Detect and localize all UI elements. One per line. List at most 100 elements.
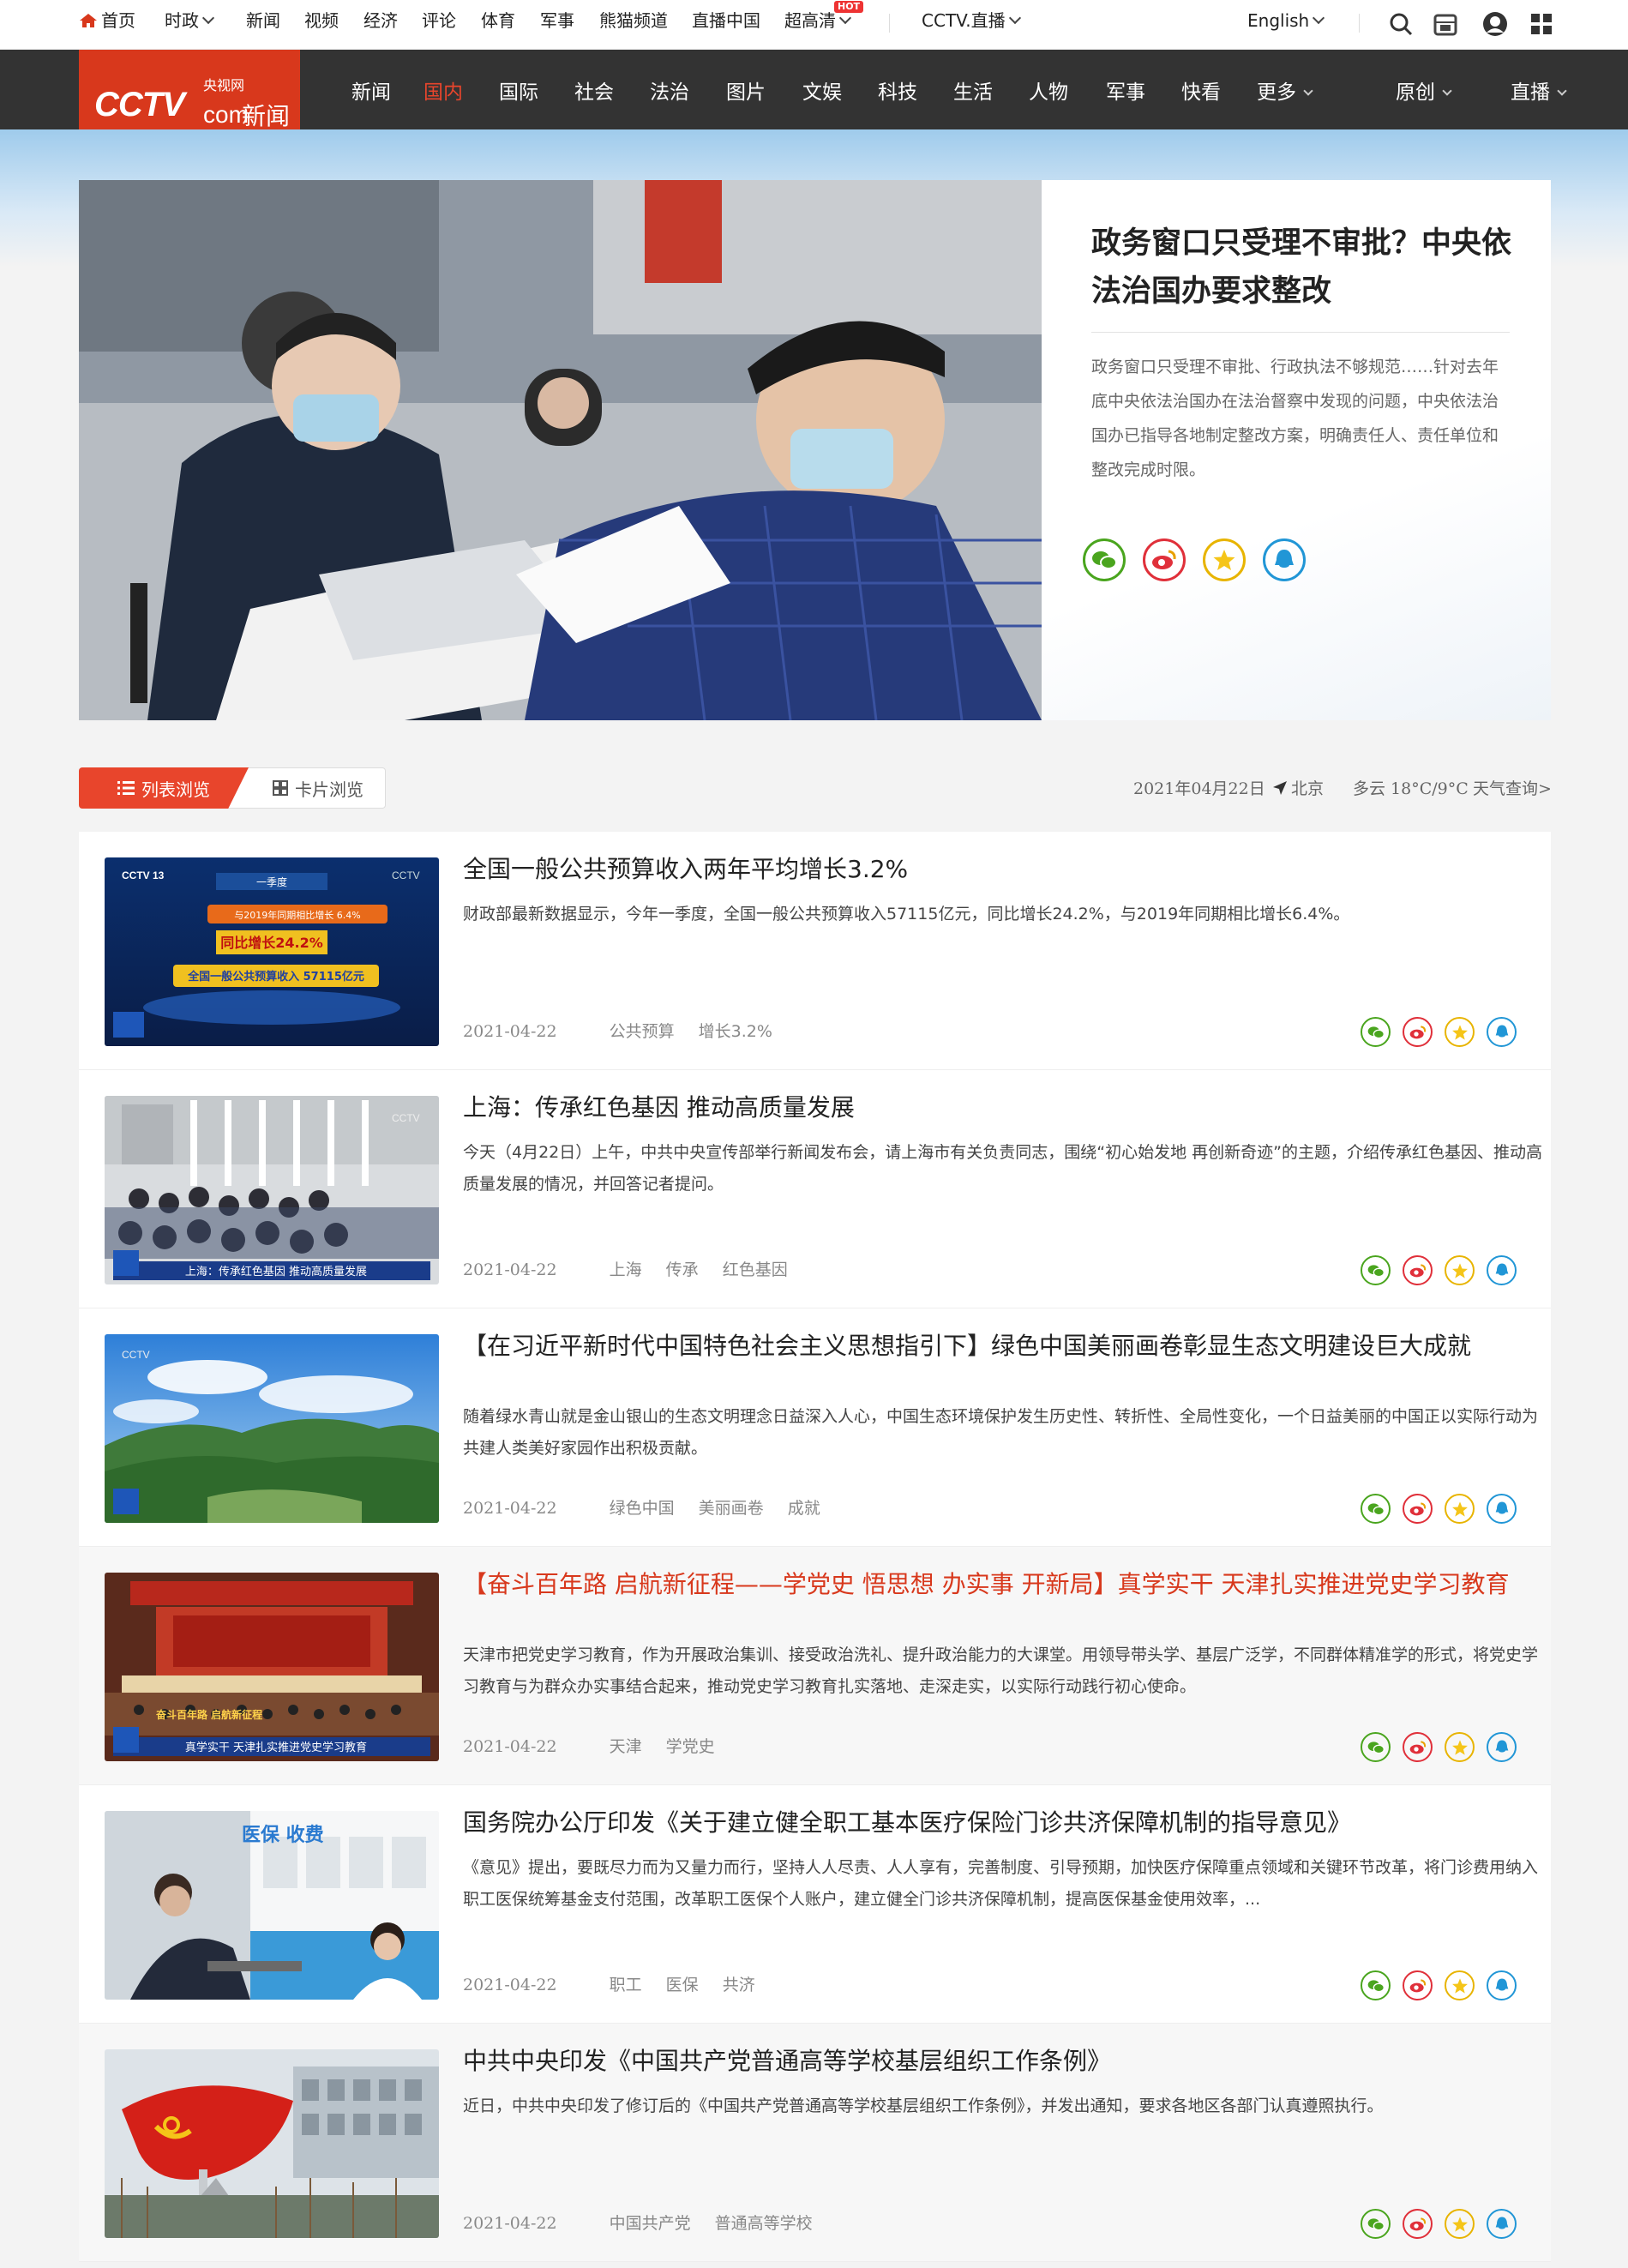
qq-icon[interactable] bbox=[1487, 1970, 1517, 2000]
topbar-military-link[interactable]: 军事 bbox=[540, 9, 574, 33]
hero-image[interactable] bbox=[79, 180, 1042, 720]
wechat-icon[interactable] bbox=[1361, 1494, 1391, 1524]
article-tag[interactable]: 中国共产党 bbox=[610, 2214, 691, 2233]
article-thumbnail[interactable]: CCTV bbox=[105, 1334, 439, 1523]
nav-item-photos[interactable]: 图片 bbox=[726, 75, 766, 105]
article-share-bar bbox=[1361, 1255, 1517, 1285]
qq-icon[interactable] bbox=[1263, 538, 1306, 581]
qq-icon[interactable] bbox=[1487, 1494, 1517, 1524]
article-tag[interactable]: 医保 bbox=[666, 1976, 699, 1994]
divider bbox=[1359, 14, 1360, 33]
topbar-home-link[interactable]: 首页 bbox=[79, 9, 135, 33]
nav-item-society[interactable]: 社会 bbox=[574, 75, 614, 105]
article-title[interactable]: 全国一般公共预算收入两年平均增长3.2% bbox=[463, 852, 1543, 887]
article-tag[interactable]: 共济 bbox=[723, 1976, 755, 1994]
qq-icon[interactable] bbox=[1487, 1017, 1517, 1047]
article-thumbnail[interactable] bbox=[105, 2049, 439, 2238]
article-thumbnail[interactable]: 一季度 与2019年同期相比增长 6.4% 同比增长24.2% 全国一般公共预算… bbox=[105, 857, 439, 1046]
favorite-icon[interactable] bbox=[1445, 1255, 1475, 1285]
favorite-icon[interactable] bbox=[1445, 1494, 1475, 1524]
article-title[interactable]: 国务院办公厅印发《关于建立健全职工基本医疗保险门诊共济保障机制的指导意见》 bbox=[463, 1806, 1543, 1840]
article-date: 2021-04-22 bbox=[463, 2214, 557, 2233]
qq-icon[interactable] bbox=[1487, 1255, 1517, 1285]
hero-title[interactable]: 政务窗口只受理不审批？中央依法治国办要求整改 bbox=[1091, 220, 1511, 316]
topbar-cctv-live-link[interactable]: CCTV.直播 bbox=[922, 9, 1021, 33]
search-icon[interactable] bbox=[1387, 10, 1415, 38]
favorite-icon[interactable] bbox=[1445, 2209, 1475, 2239]
topbar-uhd-link[interactable]: 超高清 HOT bbox=[784, 1, 864, 33]
nav-item-original[interactable]: 原创 bbox=[1396, 75, 1452, 105]
weather-query-link[interactable]: 天气查询> bbox=[1473, 776, 1552, 799]
chevron-down-icon bbox=[838, 11, 852, 25]
weibo-icon[interactable] bbox=[1403, 1732, 1433, 1762]
wechat-icon[interactable] bbox=[1361, 1970, 1391, 2000]
article-thumbnail[interactable]: 奋斗百年路 启航新征程 真学实干 天津扎实推进党史学习教育 bbox=[105, 1573, 439, 1761]
topbar-sports-link[interactable]: 体育 bbox=[481, 9, 515, 33]
nav-item-quicklook[interactable]: 快看 bbox=[1181, 75, 1221, 105]
wechat-icon[interactable] bbox=[1083, 538, 1126, 581]
tab-list-view[interactable]: 列表浏览 bbox=[79, 767, 249, 809]
wechat-icon[interactable] bbox=[1361, 2209, 1391, 2239]
nav-item-more[interactable]: 更多 bbox=[1257, 75, 1313, 105]
article-thumbnail[interactable]: 上海：传承红色基因 推动高质量发展 CCTV bbox=[105, 1096, 439, 1284]
weibo-icon[interactable] bbox=[1143, 538, 1186, 581]
article-tag[interactable]: 公共预算 bbox=[610, 1022, 675, 1041]
nav-item-tech[interactable]: 科技 bbox=[878, 75, 917, 105]
article-date: 2021-04-22 bbox=[463, 1499, 557, 1518]
nav-item-entertainment[interactable]: 文娱 bbox=[802, 75, 842, 105]
article-tag[interactable]: 职工 bbox=[610, 1976, 642, 1994]
grid-icon[interactable] bbox=[1528, 10, 1555, 38]
app-icon[interactable] bbox=[1432, 10, 1459, 38]
favorite-icon[interactable] bbox=[1445, 1732, 1475, 1762]
article-tag[interactable]: 学党史 bbox=[666, 1737, 715, 1756]
cctv-news-logo[interactable]: CCTV 央视网 com 新闻 bbox=[79, 50, 300, 142]
hero-feature: 政务窗口只受理不审批？中央依法治国办要求整改 政务窗口只受理不审批、行政执法不够… bbox=[79, 180, 1551, 720]
topbar-english-link[interactable]: English bbox=[1247, 9, 1325, 33]
qq-icon[interactable] bbox=[1487, 2209, 1517, 2239]
nav-item-military[interactable]: 军事 bbox=[1106, 75, 1145, 105]
article-title[interactable]: 【奋斗百年路 启航新征程——学党史 悟思想 办实事 开新局】真学实干 天津扎实推… bbox=[463, 1567, 1543, 1602]
article-tag[interactable]: 增长3.2% bbox=[699, 1022, 772, 1041]
topbar-economy-link[interactable]: 经济 bbox=[363, 9, 398, 33]
article-title[interactable]: 中共中央印发《中国共产党普通高等学校基层组织工作条例》 bbox=[463, 2044, 1543, 2078]
weather-location[interactable]: 北京 bbox=[1272, 776, 1324, 799]
weibo-icon[interactable] bbox=[1403, 1255, 1433, 1285]
topbar-video-link[interactable]: 视频 bbox=[304, 9, 339, 33]
nav-item-law[interactable]: 法治 bbox=[650, 75, 689, 105]
favorite-icon[interactable] bbox=[1445, 1970, 1475, 2000]
user-icon[interactable] bbox=[1481, 10, 1509, 38]
weibo-icon[interactable] bbox=[1403, 1017, 1433, 1047]
article-title[interactable]: 【在习近平新时代中国特色社会主义思想指引下】绿色中国美丽画卷彰显生态文明建设巨大… bbox=[463, 1329, 1543, 1363]
nav-item-live[interactable]: 直播 bbox=[1511, 75, 1567, 105]
weibo-icon[interactable] bbox=[1403, 2209, 1433, 2239]
weibo-icon[interactable] bbox=[1403, 1494, 1433, 1524]
article-tag[interactable]: 成就 bbox=[788, 1499, 820, 1518]
article-tag[interactable]: 传承 bbox=[666, 1260, 699, 1279]
nav-item-international[interactable]: 国际 bbox=[499, 75, 538, 105]
article-tag[interactable]: 美丽画卷 bbox=[699, 1499, 764, 1518]
article-tag[interactable]: 红色基因 bbox=[723, 1260, 788, 1279]
tab-card-view[interactable]: 卡片浏览 bbox=[225, 767, 386, 809]
wechat-icon[interactable] bbox=[1361, 1255, 1391, 1285]
nav-item-life[interactable]: 生活 bbox=[953, 75, 993, 105]
topbar-panda-link[interactable]: 熊猫频道 bbox=[599, 9, 668, 33]
article-tag[interactable]: 天津 bbox=[610, 1737, 642, 1756]
article-title[interactable]: 上海：传承红色基因 推动高质量发展 bbox=[463, 1091, 1543, 1125]
topbar-comment-link[interactable]: 评论 bbox=[422, 9, 456, 33]
topbar-shizheng-link[interactable]: 时政 bbox=[165, 9, 215, 33]
wechat-icon[interactable] bbox=[1361, 1017, 1391, 1047]
nav-item-domestic[interactable]: 国内 bbox=[424, 75, 463, 105]
wechat-icon[interactable] bbox=[1361, 1732, 1391, 1762]
article-thumbnail[interactable]: 医保 收费 bbox=[105, 1811, 439, 2000]
topbar-news-link[interactable]: 新闻 bbox=[246, 9, 280, 33]
topbar-live-china-link[interactable]: 直播中国 bbox=[692, 9, 760, 33]
favorite-icon[interactable] bbox=[1445, 1017, 1475, 1047]
article-tag[interactable]: 普通高等学校 bbox=[715, 2214, 813, 2233]
article-tag[interactable]: 上海 bbox=[610, 1260, 642, 1279]
favorite-icon[interactable] bbox=[1203, 538, 1246, 581]
qq-icon[interactable] bbox=[1487, 1732, 1517, 1762]
article-tag[interactable]: 绿色中国 bbox=[610, 1499, 675, 1518]
nav-item-people[interactable]: 人物 bbox=[1029, 75, 1068, 105]
nav-item-news[interactable]: 新闻 bbox=[351, 75, 391, 105]
weibo-icon[interactable] bbox=[1403, 1970, 1433, 2000]
